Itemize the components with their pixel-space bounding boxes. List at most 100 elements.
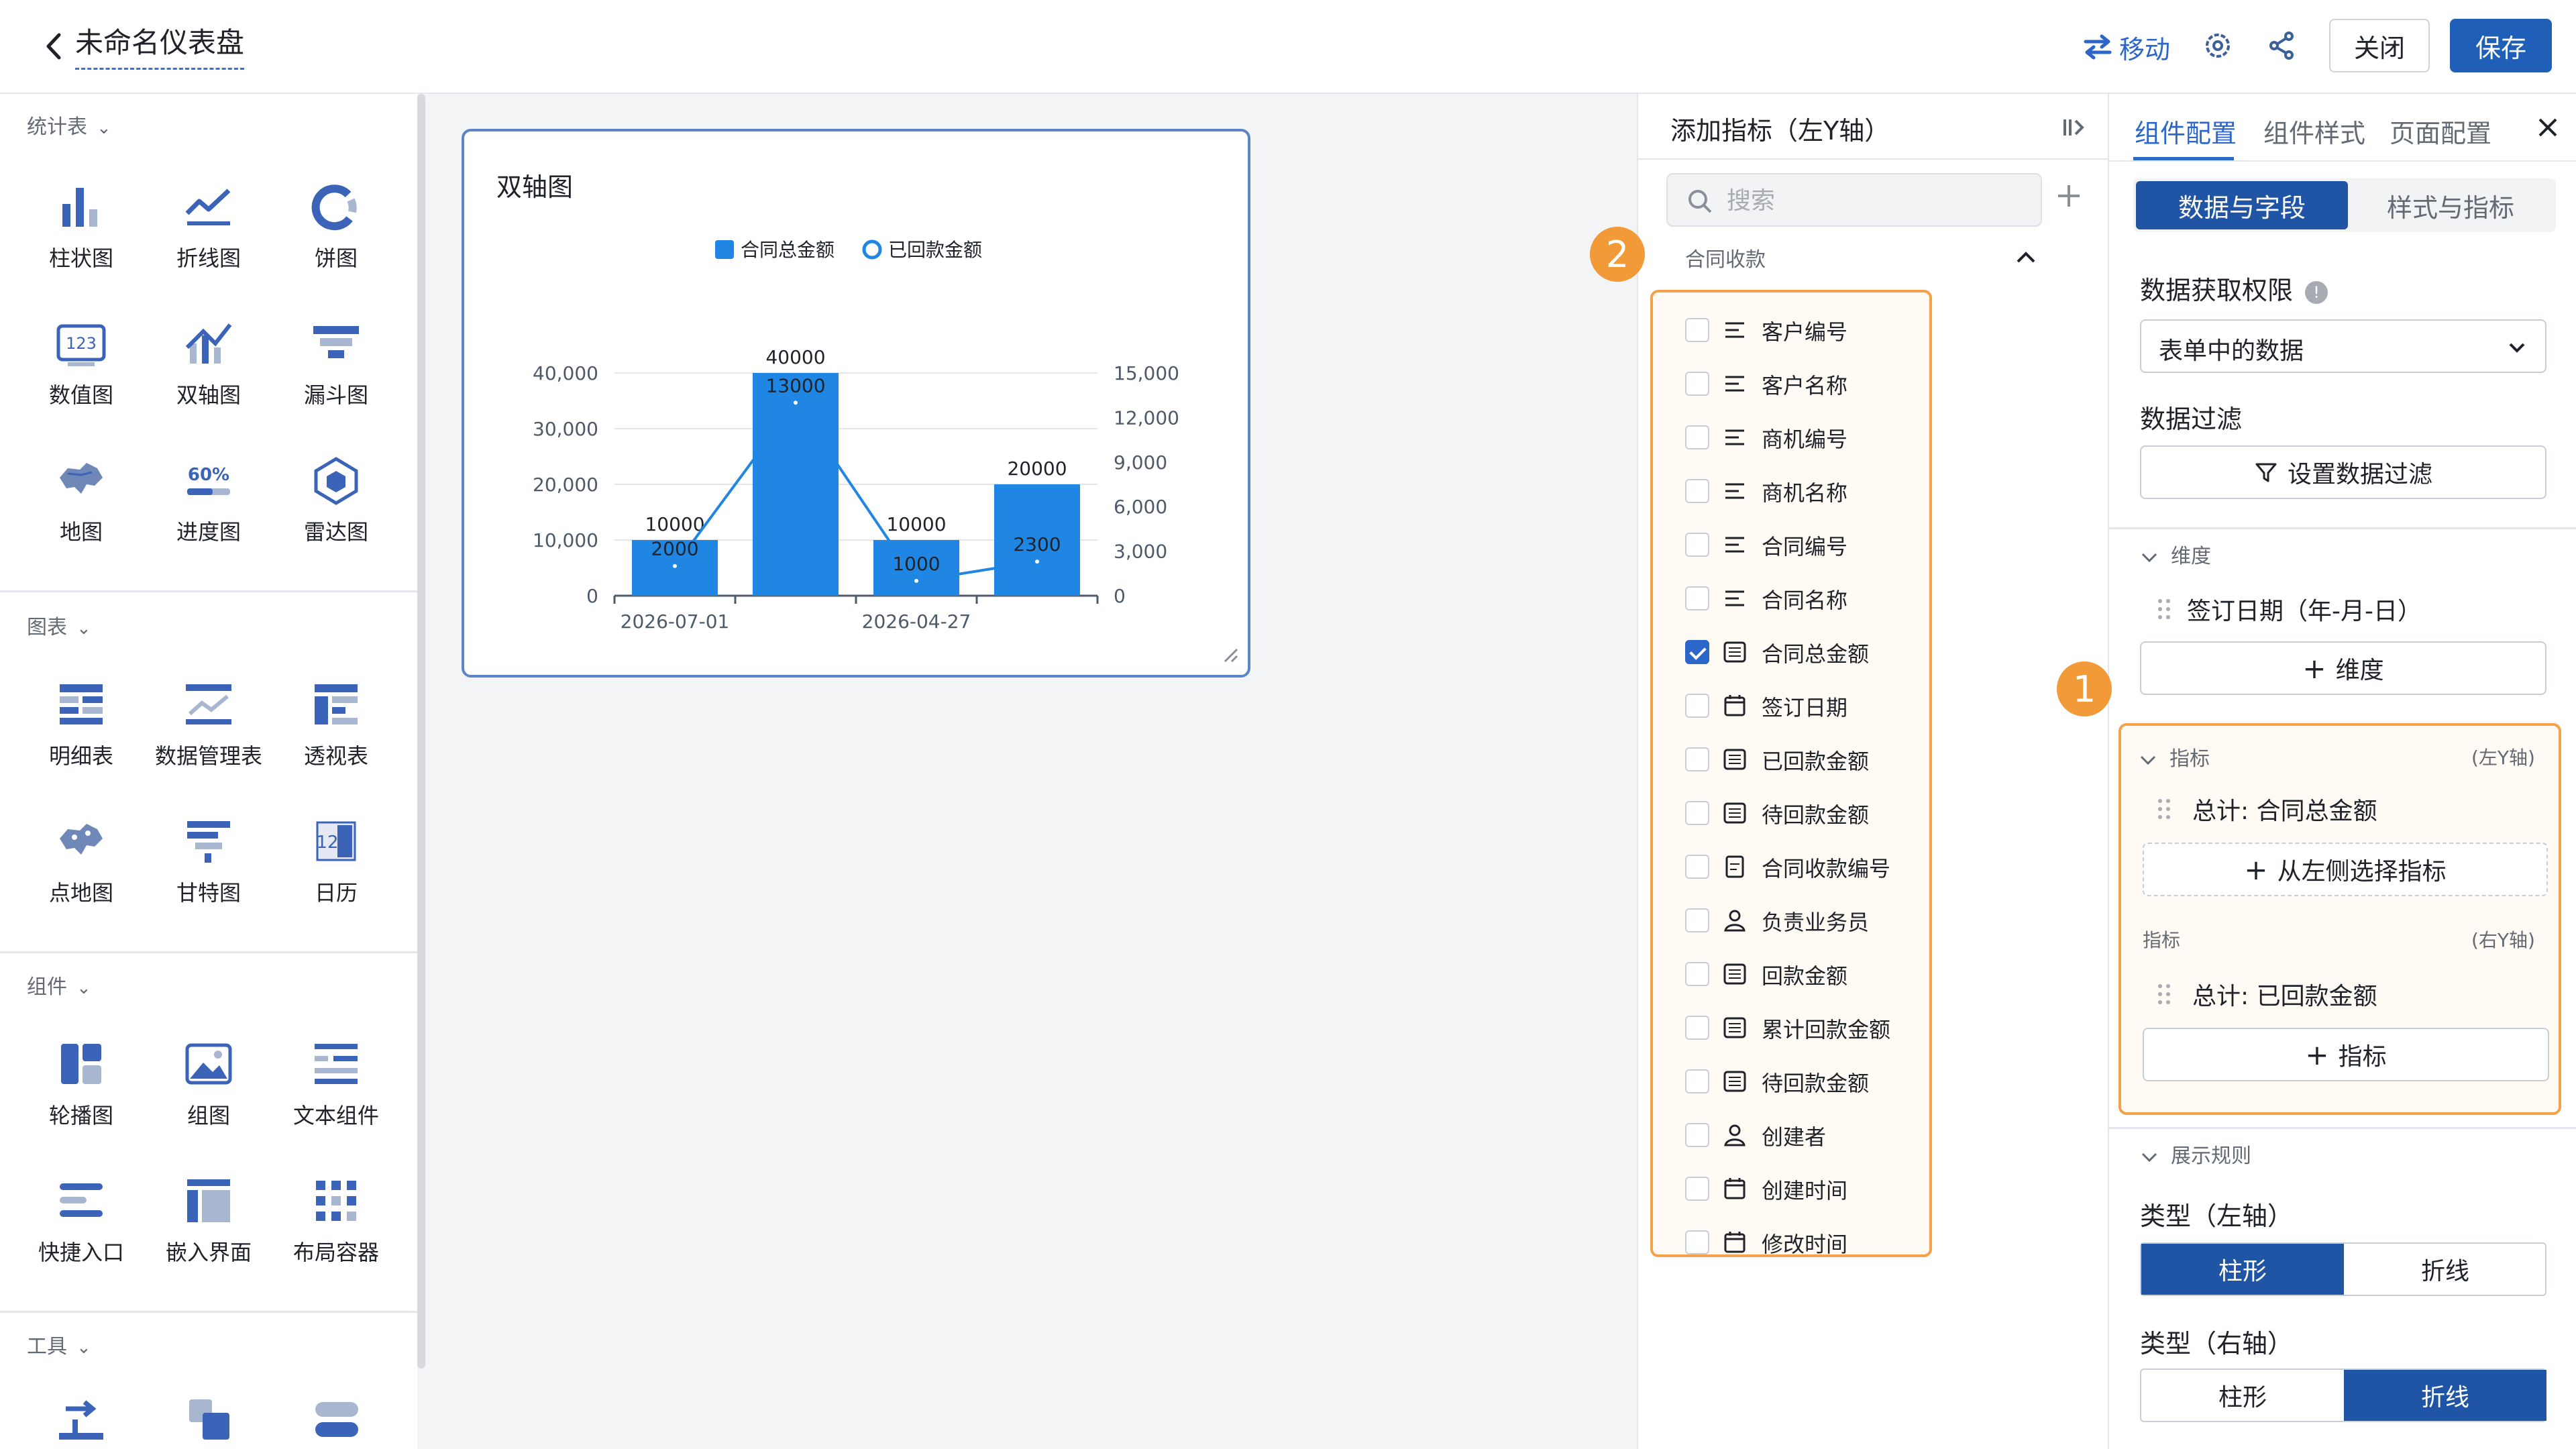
add-from-left-button[interactable]: + 从左侧选择指标 xyxy=(2143,843,2548,896)
left-metric-item[interactable]: 总计: 合同总金额 xyxy=(2192,792,2377,826)
tile-data-table[interactable]: 数据管理表 xyxy=(145,678,272,792)
add-metric-button[interactable]: + 指标 xyxy=(2143,1028,2549,1081)
field-item[interactable]: 累计回款金额 xyxy=(1653,1002,1929,1056)
field-item[interactable]: 商机编号 xyxy=(1653,412,1929,466)
set-filter-button[interactable]: 设置数据过滤 xyxy=(2140,445,2546,499)
back-arrow-icon[interactable] xyxy=(40,30,67,63)
tile-funnel[interactable]: 漏斗图 xyxy=(272,317,400,431)
save-button[interactable]: 保存 xyxy=(2450,19,2552,72)
field-item[interactable]: 修改时间 xyxy=(1653,1217,1929,1271)
field-item[interactable]: 合同收款编号 xyxy=(1653,841,1929,895)
dashboard-title[interactable]: 未命名仪表盘 xyxy=(75,20,245,70)
field-checkbox[interactable] xyxy=(1685,694,1709,718)
drag-handle-icon[interactable] xyxy=(2156,982,2172,1006)
field-checkbox[interactable] xyxy=(1685,855,1709,879)
field-item[interactable]: 客户名称 xyxy=(1653,358,1929,412)
field-checkbox[interactable] xyxy=(1685,425,1709,449)
move-button[interactable]: 移动 xyxy=(2083,30,2170,64)
type-left-line-option[interactable]: 折线 xyxy=(2344,1244,2546,1295)
tab-component-config[interactable]: 组件配置 xyxy=(2135,113,2237,150)
section-stat-title[interactable]: 统计表 ⌄ xyxy=(27,110,111,140)
field-checkbox[interactable] xyxy=(1685,533,1709,557)
field-checkbox[interactable] xyxy=(1685,372,1709,396)
metric-section-title[interactable]: 指标 xyxy=(2139,742,2210,771)
tile-radar[interactable]: 雷达图 xyxy=(272,453,400,568)
drag-handle-icon[interactable] xyxy=(2156,597,2172,621)
tile-number-card[interactable]: 123 数值图 xyxy=(17,317,145,431)
field-checkbox[interactable] xyxy=(1685,962,1709,986)
field-item[interactable]: 负责业务员 xyxy=(1653,895,1929,949)
tile-pivot-table[interactable]: 透视表 xyxy=(272,678,400,792)
section-tool-title[interactable]: 工具 ⌄ xyxy=(27,1330,91,1359)
section-widget-title[interactable]: 组件 ⌄ xyxy=(27,970,91,1000)
tile-carousel[interactable]: 轮播图 xyxy=(17,1037,145,1151)
field-checkbox[interactable] xyxy=(1685,747,1709,771)
dual-axis-chart-card[interactable]: 双轴图 合同总金额 已回款金额 0 10,000 20,000 30,000 40,000 0… xyxy=(462,129,1250,678)
segment-style-metrics[interactable]: 样式与指标 xyxy=(2348,181,2553,229)
close-button[interactable]: 关闭 xyxy=(2329,19,2430,72)
field-checkbox[interactable] xyxy=(1685,1069,1709,1093)
field-item[interactable]: 已回款金额 xyxy=(1653,734,1929,788)
field-checkbox[interactable] xyxy=(1685,479,1709,503)
field-checkbox[interactable] xyxy=(1685,1230,1709,1254)
type-left-bar-option[interactable]: 柱形 xyxy=(2141,1244,2344,1295)
tile-line-chart[interactable]: 折线图 xyxy=(145,180,272,294)
tile-calendar[interactable]: 12 日历 xyxy=(272,814,400,928)
dimension-item[interactable]: 签订日期（年-月-日） xyxy=(2187,592,2422,627)
gear-icon[interactable] xyxy=(2202,30,2234,62)
tile-image-group[interactable]: 组图 xyxy=(145,1037,272,1151)
tile-point-map[interactable]: 点地图 xyxy=(17,814,145,928)
close-icon[interactable] xyxy=(2533,113,2563,142)
field-item[interactable]: 待回款金额 xyxy=(1653,1056,1929,1110)
tile-layout[interactable]: 布局容器 xyxy=(272,1174,400,1288)
field-checkbox[interactable] xyxy=(1685,586,1709,610)
field-checkbox[interactable] xyxy=(1685,1016,1709,1040)
tile-map[interactable]: 地图 xyxy=(17,453,145,568)
add-dimension-button[interactable]: + 维度 xyxy=(2140,641,2546,695)
field-checkbox[interactable] xyxy=(1685,1177,1709,1201)
field-item[interactable]: 合同编号 xyxy=(1653,519,1929,573)
tile-shortcut[interactable]: 快捷入口 xyxy=(17,1174,145,1288)
plus-icon[interactable] xyxy=(2053,180,2085,212)
field-item[interactable]: 回款金额 xyxy=(1653,949,1929,1002)
tile-gantt[interactable]: 甘特图 xyxy=(145,814,272,928)
right-metric-item[interactable]: 总计: 已回款金额 xyxy=(2192,977,2377,1012)
dimension-section-title[interactable]: 维度 xyxy=(2140,539,2211,569)
field-checkbox[interactable] xyxy=(1685,801,1709,825)
share-icon[interactable] xyxy=(2266,30,2298,62)
type-right-bar-option[interactable]: 柱形 xyxy=(2141,1370,2344,1421)
tool-arrow-icon[interactable] xyxy=(55,1393,109,1446)
tool-toggle-icon[interactable] xyxy=(310,1393,364,1446)
field-item[interactable]: 商机名称 xyxy=(1653,466,1929,519)
tab-component-style[interactable]: 组件样式 xyxy=(2263,113,2365,150)
field-item[interactable]: 合同名称 xyxy=(1653,573,1929,627)
field-item[interactable]: 客户编号 xyxy=(1653,305,1929,358)
tool-copy-icon[interactable] xyxy=(182,1393,236,1446)
field-item[interactable]: 合同总金额 xyxy=(1653,627,1929,680)
section-chart-title[interactable]: 图表 ⌄ xyxy=(27,610,91,640)
chevron-up-icon[interactable] xyxy=(2014,246,2038,270)
resize-handle-icon[interactable] xyxy=(1220,644,1238,663)
info-icon[interactable]: ! xyxy=(2305,280,2328,304)
tile-detail-table[interactable]: 明细表 xyxy=(17,678,145,792)
field-item[interactable]: 签订日期 xyxy=(1653,680,1929,734)
type-right-line-option[interactable]: 折线 xyxy=(2344,1370,2546,1421)
drag-handle-icon[interactable] xyxy=(2156,797,2172,821)
display-rule-section-title[interactable]: 展示规则 xyxy=(2140,1139,2251,1169)
tile-text[interactable]: 文本组件 xyxy=(272,1037,400,1151)
field-checkbox[interactable] xyxy=(1685,318,1709,342)
permission-select[interactable]: 表单中的数据 xyxy=(2140,319,2546,373)
search-input[interactable] xyxy=(1727,184,2022,217)
left-panel-scrollbar[interactable] xyxy=(417,94,425,1368)
segment-data-fields[interactable]: 数据与字段 xyxy=(2136,181,2348,229)
field-checkbox[interactable] xyxy=(1685,640,1709,664)
tile-embed[interactable]: 嵌入界面 xyxy=(145,1174,272,1288)
tile-pie-chart[interactable]: 饼图 xyxy=(272,180,400,294)
tab-page-config[interactable]: 页面配置 xyxy=(2390,113,2491,150)
field-checkbox[interactable] xyxy=(1685,908,1709,932)
field-item[interactable]: 创建者 xyxy=(1653,1110,1929,1163)
tile-bar-chart[interactable]: 柱状图 xyxy=(17,180,145,294)
field-checkbox[interactable] xyxy=(1685,1123,1709,1147)
tile-dual-axis[interactable]: 双轴图 xyxy=(145,317,272,431)
tile-progress[interactable]: 60% 进度图 xyxy=(145,453,272,568)
